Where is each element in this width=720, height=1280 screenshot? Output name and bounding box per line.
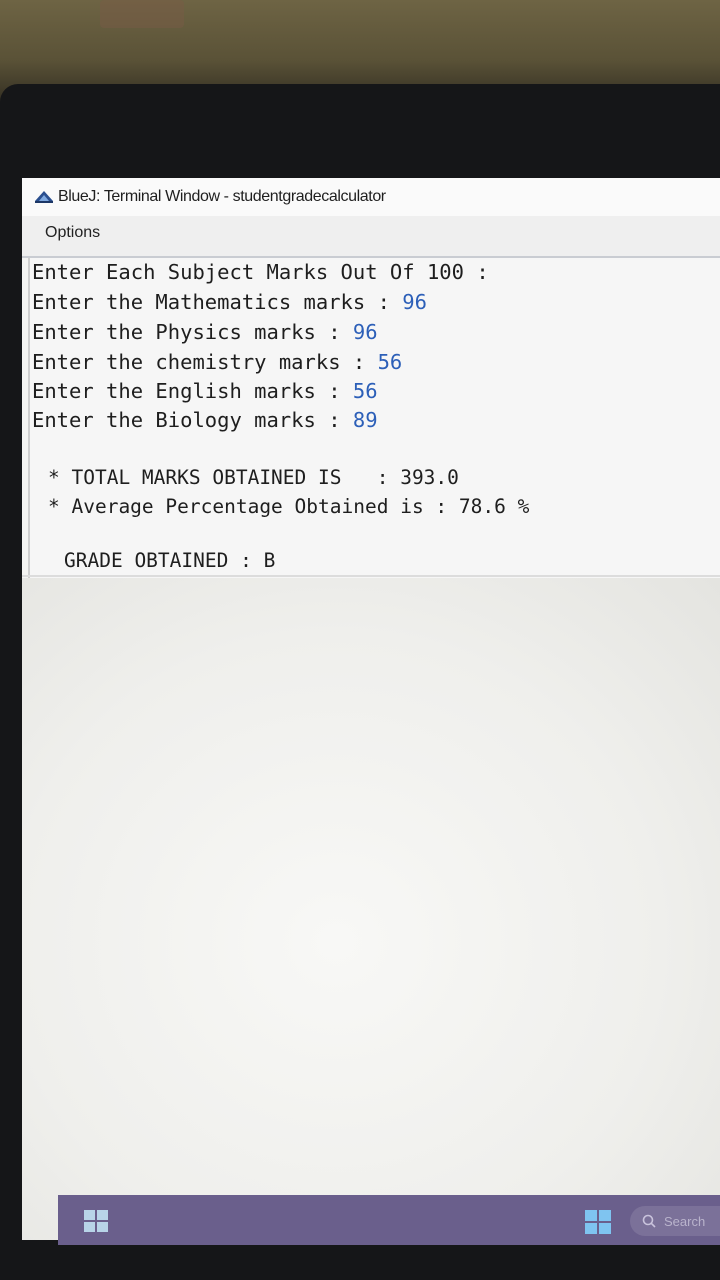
bluej-icon (30, 187, 58, 207)
terminal-line: Enter the chemistry marks : 56 (32, 350, 402, 374)
terminal-line: Enter Each Subject Marks Out Of 100 : (32, 260, 489, 284)
prompt-text: Enter Each Subject Marks Out Of 100 : (32, 260, 489, 284)
average-percentage-line: * Average Percentage Obtained is : 78.6 … (48, 495, 530, 518)
terminal-line: Enter the English marks : 56 (32, 379, 378, 403)
search-icon (642, 1214, 656, 1228)
prompt-text: Enter the Biology marks : (32, 408, 353, 432)
photo-background: BlueJ: Terminal Window - studentgradecal… (0, 0, 720, 1280)
background-object (100, 0, 184, 28)
taskbar-search[interactable]: Search (630, 1206, 720, 1236)
start-button[interactable] (585, 1210, 611, 1234)
search-placeholder: Search (664, 1213, 706, 1229)
input-value: 96 (402, 290, 427, 314)
input-value: 96 (352, 320, 378, 344)
total-marks-line: * TOTAL MARKS OBTAINED IS : 393.0 (48, 466, 459, 489)
empty-terminal-area (22, 578, 720, 1240)
grade-line: GRADE OBTAINED : B (64, 549, 276, 572)
terminal-line: Enter the Physics marks : 96 (32, 320, 378, 344)
prompt-text: Enter the English marks : (32, 379, 353, 403)
terminal-output[interactable]: Enter Each Subject Marks Out Of 100 : En… (28, 258, 720, 578)
screen: BlueJ: Terminal Window - studentgradecal… (22, 178, 720, 1240)
input-value: 89 (352, 408, 378, 432)
taskview-icon[interactable] (84, 1210, 108, 1232)
terminal-line: Enter the Biology marks : 89 (32, 408, 378, 432)
window-title: BlueJ: Terminal Window - studentgradecal… (58, 188, 386, 205)
divider (22, 575, 720, 577)
menu-bar: Options (22, 216, 720, 258)
menu-options[interactable]: Options (45, 224, 100, 242)
input-value: 56 (352, 379, 378, 403)
prompt-text: Enter the Mathematics marks : (32, 290, 403, 314)
input-value: 56 (377, 350, 403, 374)
terminal-line: Enter the Mathematics marks : 96 (32, 290, 427, 314)
window-titlebar[interactable]: BlueJ: Terminal Window - studentgradecal… (22, 178, 720, 216)
prompt-text: Enter the chemistry marks : (32, 350, 378, 374)
taskbar: Search (58, 1195, 720, 1245)
prompt-text: Enter the Physics marks : (32, 320, 353, 344)
